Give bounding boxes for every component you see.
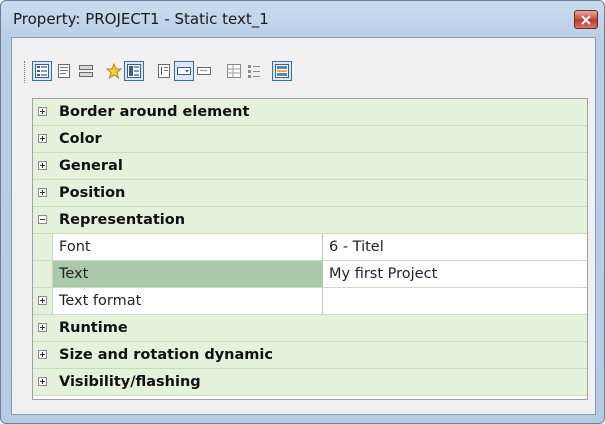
grid-properties-icon [227, 64, 241, 78]
property-panel: Border around element Color General Positio… [11, 37, 596, 415]
category-label: Visibility/flashing [59, 374, 201, 390]
category-row[interactable]: Border around element [33, 99, 587, 126]
object-palette-icon [275, 64, 289, 78]
property-pages-icon [127, 64, 141, 78]
category-row[interactable]: Size and rotation dynamic [33, 342, 587, 369]
toolbar [24, 58, 424, 86]
category-label: Position [59, 185, 126, 201]
categorized-view-button[interactable] [32, 61, 52, 81]
close-icon [581, 14, 591, 25]
object-palette-button[interactable] [272, 61, 292, 81]
expand-icon[interactable] [38, 323, 47, 332]
category-label: Size and rotation dynamic [59, 347, 273, 363]
expand-icon[interactable] [38, 134, 47, 143]
text-properties-icon [158, 64, 170, 78]
property-row[interactable]: Text My first Project [33, 261, 587, 288]
grid-properties-button[interactable] [224, 61, 244, 81]
input-field-button[interactable] [194, 61, 214, 81]
category-label: Color [59, 131, 102, 147]
category-label: Border around element [59, 104, 250, 120]
property-pages-button[interactable] [124, 61, 144, 81]
collapse-icon[interactable] [38, 215, 47, 224]
category-row[interactable]: Position [33, 180, 587, 207]
favorites-button[interactable] [104, 61, 124, 81]
category-row[interactable]: Visibility/flashing [33, 369, 587, 396]
property-name: Text [59, 266, 89, 282]
expand-icon[interactable] [38, 161, 47, 170]
property-value-cell[interactable] [324, 288, 586, 314]
expand-icon[interactable] [38, 350, 47, 359]
expand-icon[interactable] [38, 188, 47, 197]
category-row[interactable]: Representation [33, 207, 587, 234]
property-value: My first Project [329, 266, 438, 282]
property-row[interactable]: Text format [33, 288, 587, 315]
category-label: Runtime [59, 320, 128, 336]
toolbar-grip[interactable] [24, 61, 28, 83]
list-properties-button[interactable] [244, 61, 264, 81]
dropdown-field-button[interactable] [174, 61, 194, 81]
alphabetic-view-icon [58, 64, 70, 78]
window-title: Property: PROJECT1 - Static text_1 [13, 10, 269, 28]
category-label: Representation [59, 212, 186, 228]
property-name: Font [59, 239, 91, 255]
close-button[interactable] [574, 10, 598, 29]
title-bar[interactable]: Property: PROJECT1 - Static text_1 [1, 1, 604, 35]
property-name: Text format [59, 293, 142, 309]
property-value: 6 - Titel [329, 239, 384, 255]
favorites-star-icon [106, 63, 122, 79]
expand-icon[interactable] [38, 107, 47, 116]
expand-icon[interactable] [38, 296, 47, 305]
property-value-cell[interactable]: 6 - Titel [324, 234, 586, 260]
category-label: General [59, 158, 123, 174]
dropdown-field-icon [177, 67, 191, 75]
row-gutter [33, 234, 53, 260]
list-properties-icon [248, 65, 260, 78]
categorized-view-icon [35, 64, 49, 78]
text-properties-button[interactable] [154, 61, 174, 81]
object-list-icon [79, 65, 93, 77]
property-name-cell[interactable]: Font [53, 234, 323, 260]
row-gutter [33, 261, 53, 287]
property-row[interactable]: Font 6 - Titel [33, 234, 587, 261]
property-value-cell[interactable]: My first Project [324, 261, 586, 287]
expand-icon[interactable] [38, 377, 47, 386]
alphabetic-view-button[interactable] [54, 61, 74, 81]
category-row[interactable]: Color [33, 126, 587, 153]
property-grid: Border around element Color General Positio… [32, 98, 588, 400]
property-name-cell[interactable]: Text format [53, 288, 323, 314]
category-row[interactable]: General [33, 153, 587, 180]
object-list-button[interactable] [76, 61, 96, 81]
property-window: Property: PROJECT1 - Static text_1 Borde… [0, 0, 605, 424]
property-name-cell[interactable]: Text [53, 261, 323, 287]
category-row[interactable]: Runtime [33, 315, 587, 342]
input-field-icon [197, 67, 211, 75]
